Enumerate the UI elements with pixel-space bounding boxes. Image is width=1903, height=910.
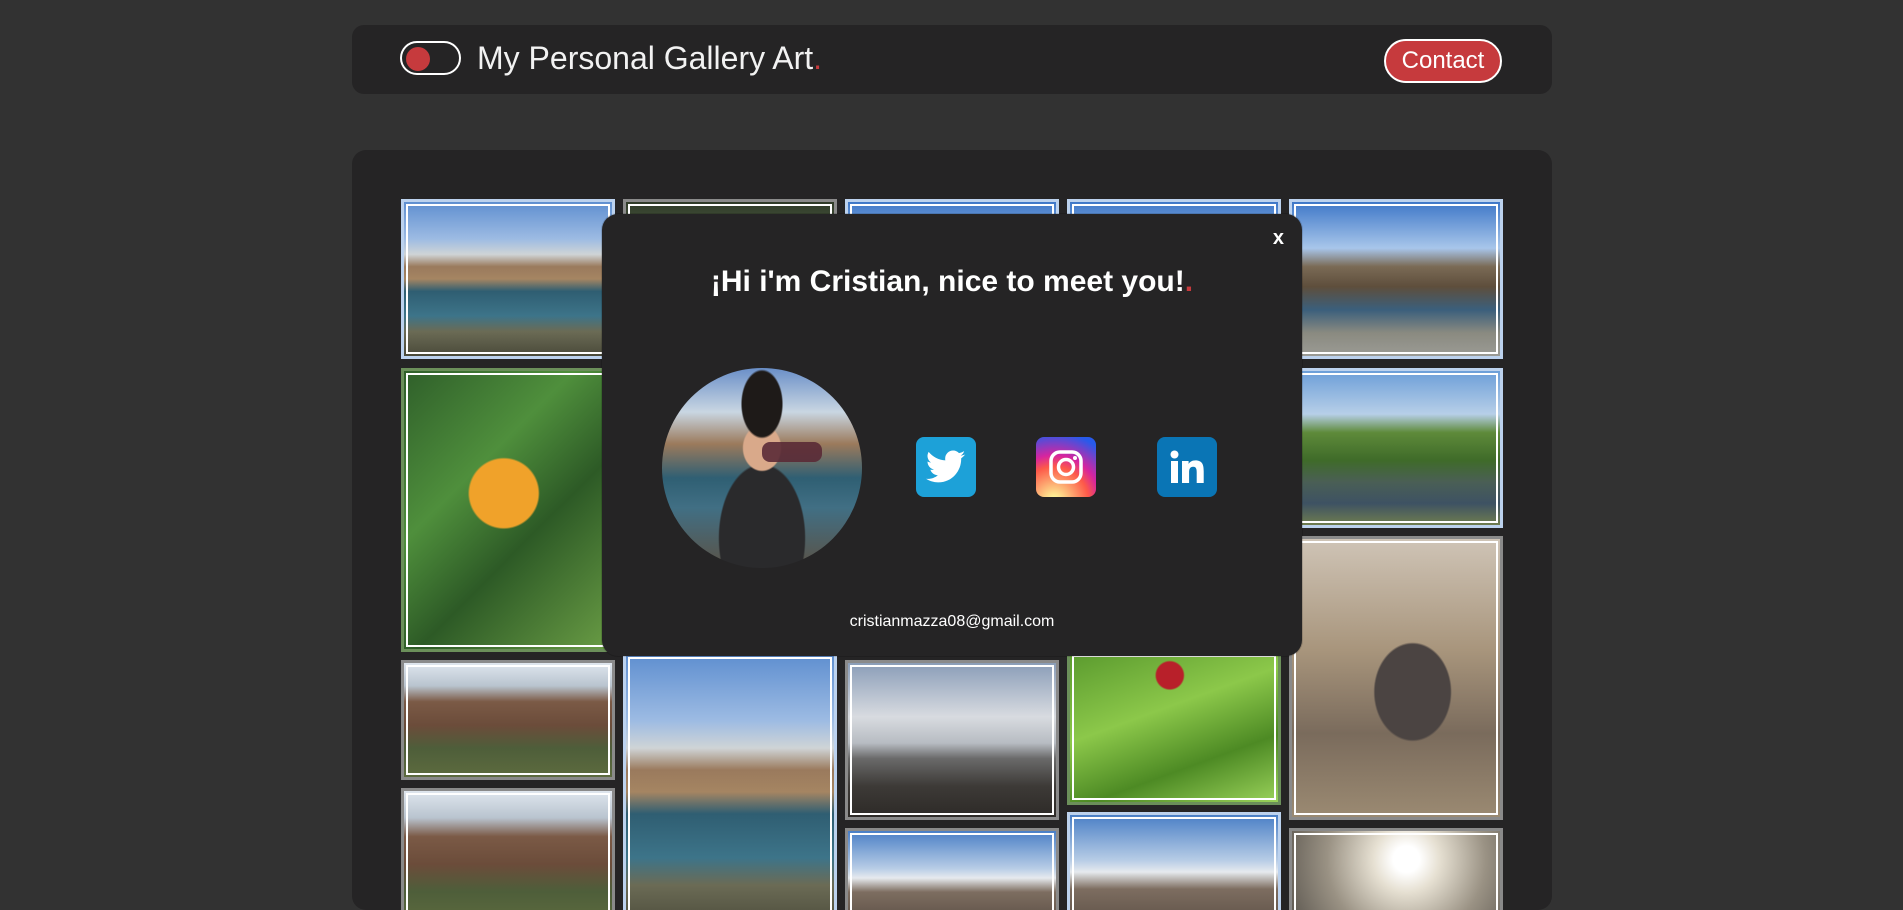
contact-email[interactable]: cristianmazza08@gmail.com — [602, 612, 1302, 632]
modal-title-text: ¡Hi i'm Cristian, nice to meet you! — [710, 265, 1185, 298]
gallery-photo[interactable] — [401, 788, 615, 910]
gallery-photo[interactable] — [845, 828, 1059, 910]
modal-title-dot: . — [1184, 265, 1194, 298]
twitter-link[interactable] — [916, 437, 976, 497]
gallery-photo[interactable] — [401, 660, 615, 780]
gallery-photo[interactable] — [623, 652, 837, 910]
theme-toggle[interactable] — [400, 41, 461, 75]
twitter-icon — [926, 450, 966, 483]
gallery-photo[interactable] — [1289, 536, 1503, 820]
linkedin-link[interactable] — [1157, 437, 1217, 497]
avatar-glasses — [762, 442, 822, 462]
instagram-icon — [1049, 450, 1083, 484]
instagram-link[interactable] — [1036, 437, 1096, 497]
gallery-photo[interactable] — [1067, 812, 1281, 910]
site-header: My Personal Gallery Art. Contact — [352, 25, 1552, 94]
site-title-text: My Personal Gallery Art — [477, 40, 814, 76]
avatar — [662, 368, 862, 568]
gallery-photo[interactable] — [401, 199, 615, 359]
contact-button[interactable]: Contact — [1384, 39, 1502, 83]
gallery-photo[interactable] — [1067, 650, 1281, 805]
site-title: My Personal Gallery Art. — [477, 39, 822, 77]
contact-modal: x ¡Hi i'm Cristian, nice to meet you!. c… — [602, 214, 1302, 656]
gallery-photo[interactable] — [1289, 199, 1503, 359]
gallery-photo[interactable] — [401, 368, 615, 652]
site-title-dot: . — [813, 40, 822, 76]
gallery-photo[interactable] — [845, 660, 1059, 820]
gallery-photo[interactable] — [1289, 368, 1503, 528]
modal-title: ¡Hi i'm Cristian, nice to meet you!. — [602, 264, 1302, 300]
toggle-knob-icon — [406, 47, 430, 71]
close-button[interactable]: x — [1273, 226, 1284, 250]
gallery-photo[interactable] — [1289, 828, 1503, 910]
linkedin-icon — [1170, 450, 1204, 483]
